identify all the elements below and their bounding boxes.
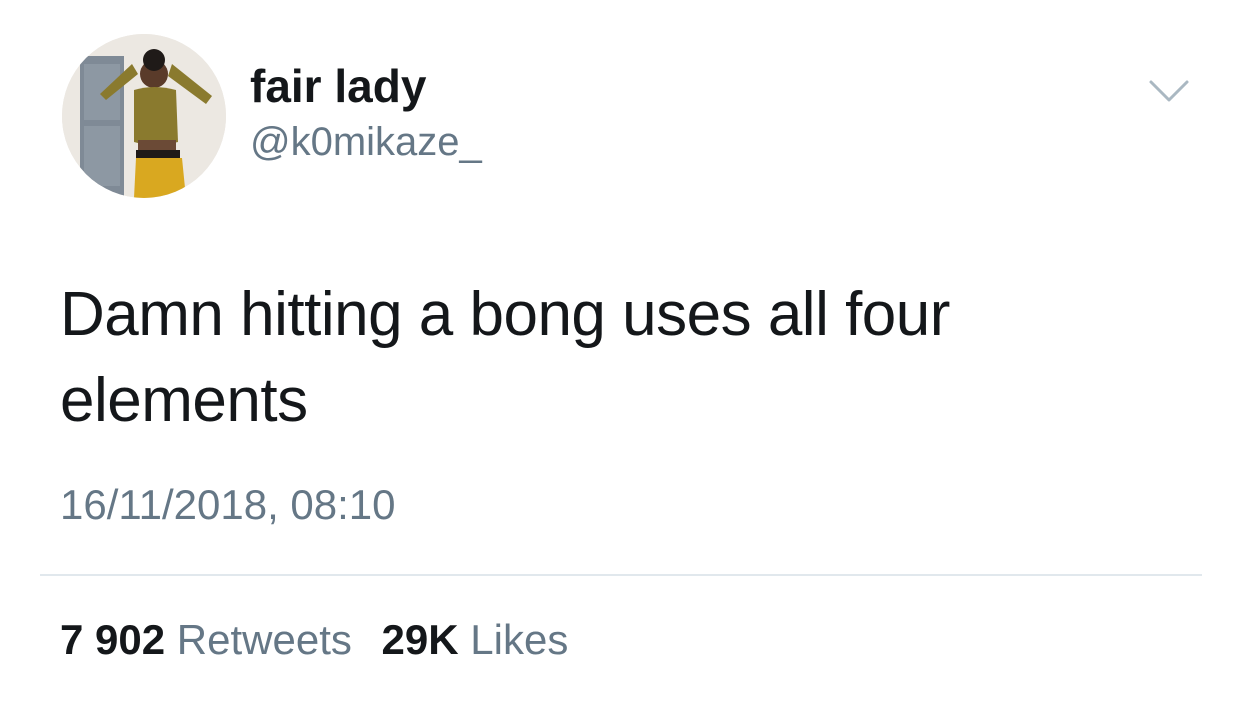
display-name[interactable]: fair lady: [250, 60, 426, 112]
likes-stat[interactable]: 29K Likes: [382, 614, 569, 666]
user-handle[interactable]: @k0mikaze_: [250, 118, 482, 166]
tweet-timestamp[interactable]: 16/11/2018, 08:10: [60, 480, 396, 530]
divider: [40, 574, 1202, 576]
chevron-down-icon[interactable]: [1144, 74, 1194, 108]
retweets-stat[interactable]: 7 902 Retweets: [60, 614, 352, 666]
likes-count: 29K: [381, 616, 459, 663]
likes-label: Likes: [470, 616, 569, 663]
tweet-card: fair lady @k0mikaze_ Damn hitting a bong…: [0, 0, 1242, 706]
tweet-text: Damn hitting a bong uses all four elemen…: [60, 280, 950, 435]
retweets-label: Retweets: [176, 616, 352, 663]
retweets-count: 7 902: [60, 616, 166, 663]
avatar[interactable]: [62, 34, 226, 198]
tweet-stats: 7 902 Retweets 29K Likes: [60, 614, 586, 666]
avatar-image: [62, 34, 226, 198]
